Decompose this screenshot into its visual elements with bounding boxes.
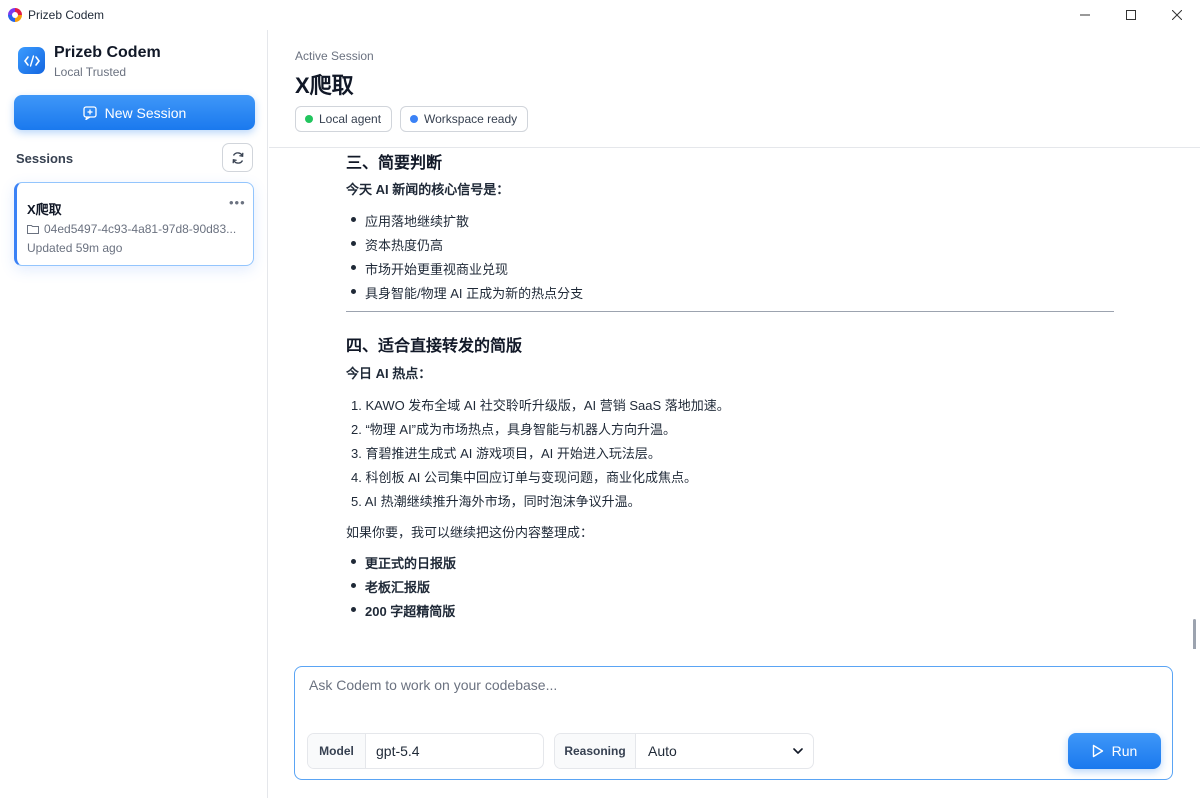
session-item-title: X爬取 [27, 202, 62, 217]
chevron-down-icon [793, 748, 803, 754]
status-badge-label: Local agent [319, 112, 382, 126]
new-chat-icon [82, 105, 97, 120]
reasoning-field[interactable]: Reasoning Auto [554, 733, 814, 769]
new-session-button[interactable]: New Session [14, 95, 255, 130]
minimize-button[interactable] [1062, 0, 1108, 30]
minimize-icon [1080, 14, 1090, 16]
status-badge-local-agent: Local agent [295, 106, 393, 132]
message-content: 三、简要判断 今天 AI 新闻的核心信号是： 应用落地继续扩散 资本热度仍高 市… [269, 149, 1200, 649]
active-session-label: Active Session [295, 49, 374, 63]
composer: Model gpt-5.4 Reasoning Auto Run [294, 666, 1173, 780]
list-item: 3. 育碧推进生成式 AI 游戏项目，AI 开始进入玩法层。 [351, 446, 661, 461]
app-logo-icon [8, 8, 22, 22]
reasoning-label: Reasoning [555, 734, 636, 768]
section-lead: 今日 AI 热点： [346, 366, 432, 381]
list-item: 5. AI 热潮继续推升海外市场，同时泡沫争议升温。 [351, 494, 641, 509]
section-lead: 今天 AI 新闻的核心信号是： [346, 182, 510, 197]
reasoning-select[interactable]: Auto [636, 734, 813, 768]
refresh-icon [232, 151, 243, 164]
list-item: 1. KAWO 发布全域 AI 社交聆听升级版，AI 营销 SaaS 落地加速。 [351, 398, 730, 413]
sidebar: Prizeb Codem Local Trusted New Session S… [0, 30, 268, 798]
more-options-icon[interactable]: ••• [229, 195, 246, 210]
status-badge-workspace: Workspace ready [400, 106, 529, 132]
brand-logo-icon [18, 47, 45, 74]
list-item: 2. “物理 AI”成为市场热点，具身智能与机器人方向升温。 [351, 422, 677, 437]
maximize-button[interactable] [1108, 0, 1154, 30]
close-button[interactable] [1154, 0, 1200, 30]
status-dot-icon [305, 115, 313, 123]
model-input[interactable]: gpt-5.4 [366, 734, 543, 768]
status-badge-label: Workspace ready [424, 112, 518, 126]
new-session-label: New Session [104, 104, 187, 121]
title-bar: Prizeb Codem [0, 0, 1200, 30]
prompt-input[interactable] [309, 677, 1149, 717]
run-button-label: Run [1111, 743, 1138, 759]
session-item[interactable]: X爬取 ••• 04ed5497-4c93-4a81-97d8-90d83...… [14, 182, 254, 266]
close-icon [1172, 10, 1182, 20]
model-label: Model [308, 734, 366, 768]
session-header: Active Session X爬取 Local agent Workspace… [269, 30, 1200, 148]
page-title: X爬取 [295, 73, 354, 98]
scrollbar-thumb[interactable] [1193, 619, 1196, 649]
list-item: 4. 科创板 AI 公司集中回应订单与变现问题，商业化成焦点。 [351, 470, 697, 485]
brand-name: Prizeb Codem [54, 44, 161, 61]
run-button[interactable]: Run [1068, 733, 1161, 769]
section-heading: 四、适合直接转发的简版 [346, 338, 523, 355]
section-heading: 三、简要判断 [346, 155, 443, 172]
session-item-path: 04ed5497-4c93-4a81-97d8-90d83... [44, 222, 237, 236]
reasoning-selected-value: Auto [648, 743, 677, 759]
play-icon [1092, 744, 1103, 758]
maximize-icon [1126, 10, 1136, 20]
brand-subtitle: Local Trusted [54, 65, 127, 79]
sessions-heading: Sessions [16, 151, 74, 166]
session-item-updated: Updated 59m ago [27, 241, 123, 255]
window-title: Prizeb Codem [28, 8, 105, 22]
refresh-sessions-button[interactable] [222, 143, 253, 172]
folder-icon [27, 225, 39, 234]
status-dot-icon [410, 115, 418, 123]
followup-text: 如果你要，我可以继续把这份内容整理成： [346, 525, 594, 540]
model-field[interactable]: Model gpt-5.4 [307, 733, 544, 769]
main-panel: Active Session X爬取 Local agent Workspace… [269, 30, 1200, 798]
divider [346, 311, 1114, 312]
